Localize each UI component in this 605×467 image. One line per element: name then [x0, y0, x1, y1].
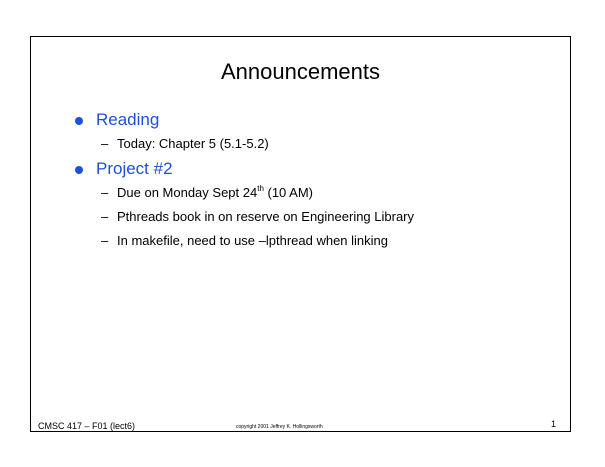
- slide-title: Announcements: [221, 59, 380, 84]
- sub-item-text: Today: Chapter 5 (5.1-5.2): [117, 136, 269, 151]
- bullet-dot-icon: [75, 166, 83, 174]
- dash-marker: –: [101, 209, 109, 224]
- dash-marker: –: [101, 233, 109, 248]
- sub-item: – Due on Monday Sept 24th (10 AM): [96, 181, 414, 205]
- bullet-dot-icon: [75, 117, 83, 125]
- bullet-reading: Reading – Today: Chapter 5 (5.1-5.2): [75, 109, 414, 156]
- footer-course-label: CMSC 417 – F01 (lect6): [38, 421, 136, 431]
- sub-item: – Pthreads book in on reserve on Enginee…: [96, 205, 414, 229]
- sub-item-text: Pthreads book in on reserve on Engineeri…: [117, 209, 415, 224]
- sub-list: – Due on Monday Sept 24th (10 AM) – Pthr…: [96, 181, 414, 253]
- footer-copyright: copyright 2001 Jeffrey K. Hollingsworth: [236, 424, 323, 430]
- sub-item: – Today: Chapter 5 (5.1-5.2): [96, 132, 414, 156]
- bullet-heading: Project #2: [96, 159, 173, 178]
- sub-item-text-suffix: (10 AM): [263, 185, 314, 200]
- bullet-heading: Reading: [96, 110, 160, 129]
- sub-item-text: Due on Monday Sept 24: [117, 185, 258, 200]
- slide-frame: Announcements Reading – Today: Chapter 5…: [30, 36, 571, 432]
- sub-item: – In makefile, need to use –lpthread whe…: [96, 229, 414, 253]
- superscript-suffix: th: [257, 184, 264, 193]
- dash-marker: –: [101, 136, 109, 151]
- page-number: 1: [551, 419, 557, 429]
- bullet-project: Project #2 – Due on Monday Sept 24th (10…: [75, 158, 414, 253]
- bullet-list: Reading – Today: Chapter 5 (5.1-5.2) Pro…: [75, 109, 414, 253]
- dash-marker: –: [101, 185, 109, 200]
- sub-item-text: In makefile, need to use –lpthread when …: [117, 233, 389, 248]
- sub-list: – Today: Chapter 5 (5.1-5.2): [96, 132, 414, 156]
